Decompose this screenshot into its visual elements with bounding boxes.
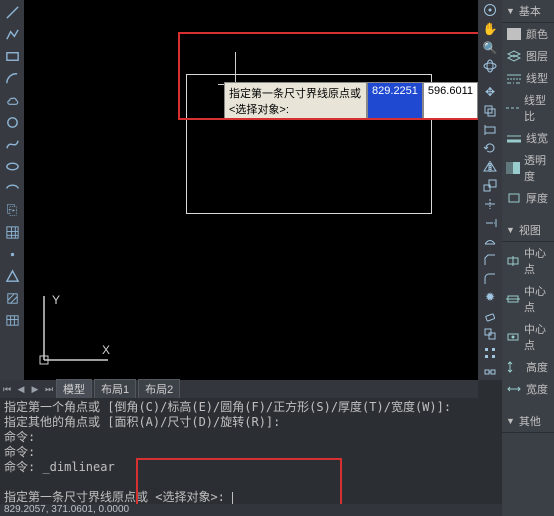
ucs-icon: Y X [34, 288, 116, 370]
cmd-line: 命令: [4, 430, 498, 445]
tab-layout1[interactable]: 布局1 [94, 379, 136, 399]
status-bar-coords: 829.2057, 371.0601, 0.0000 [0, 504, 502, 516]
cmd-line: 指定其他的角点或 [面积(A)/尺寸(D)/旋转(R)]: [4, 415, 498, 430]
region-tool[interactable] [2, 266, 22, 286]
stretch-icon[interactable] [480, 121, 500, 138]
section-view-title: 视图 [519, 222, 541, 238]
navwheel-icon[interactable] [480, 2, 500, 19]
prop-width[interactable]: 宽度 [502, 378, 554, 400]
tab-model[interactable]: 模型 [56, 379, 92, 399]
prop-ltscale[interactable]: 线型比 [502, 89, 554, 127]
extend-icon[interactable] [480, 214, 500, 231]
line-tool[interactable] [2, 2, 22, 22]
table-tool[interactable] [2, 310, 22, 330]
orbit-icon[interactable] [480, 58, 500, 75]
hatch-tool[interactable] [2, 222, 22, 242]
fillet-icon[interactable] [480, 270, 500, 287]
offset-icon[interactable] [480, 326, 500, 343]
arc-tool[interactable] [2, 68, 22, 88]
join-icon[interactable] [480, 363, 500, 380]
properties-panel: ▼ 基本 颜色 图层 线型 线型比 线宽 透明度 厚度 ▼ 视图 中心点 中心点 中… [502, 0, 554, 516]
tab-layout2[interactable]: 布局2 [138, 379, 180, 399]
collapse-icon[interactable]: ▼ [506, 416, 515, 426]
prop-lineweight[interactable]: 线宽 [502, 127, 554, 149]
prop-center-x[interactable]: 中心点 [502, 242, 554, 280]
ellipse-arc-tool[interactable] [2, 178, 22, 198]
tab-prev-icon[interactable]: ◀ [14, 382, 28, 396]
annotation-highlight-top [178, 32, 504, 120]
polyline-tool[interactable] [2, 24, 22, 44]
chamfer-icon[interactable] [480, 252, 500, 269]
prop-height[interactable]: 高度 [502, 356, 554, 378]
collapse-icon[interactable]: ▼ [506, 225, 515, 235]
section-other-title: 其他 [519, 413, 541, 429]
insert-block-tool[interactable]: ⎘ [2, 200, 22, 220]
revcloud-tool[interactable] [2, 90, 22, 110]
tab-first-icon[interactable]: ⏮ [0, 382, 14, 396]
array-icon[interactable] [480, 345, 500, 362]
cmd-line: 指定第一个角点或 [倒角(C)/标高(E)/圆角(F)/正方形(S)/厚度(T)… [4, 400, 498, 415]
prop-center-y[interactable]: 中心点 [502, 280, 554, 318]
spline-tool[interactable] [2, 134, 22, 154]
drawing-canvas[interactable]: 指定第一条尺寸界线原点或 <选择对象>: 829.2251 596.6011 Y… [24, 0, 478, 380]
section-basic-title: 基本 [519, 3, 541, 19]
ellipse-tool[interactable] [2, 156, 22, 176]
tab-last-icon[interactable]: ⏭ [42, 382, 56, 396]
edgesurf-icon[interactable] [480, 233, 500, 250]
prop-linetype[interactable]: 线型 [502, 67, 554, 89]
circle-tool[interactable] [2, 112, 22, 132]
rotate-icon[interactable] [480, 140, 500, 157]
mirror-icon[interactable] [480, 159, 500, 176]
scale-icon[interactable] [480, 177, 500, 194]
ucs-y-label: Y [52, 293, 60, 307]
erase-icon[interactable] [480, 308, 500, 325]
prop-thickness[interactable]: 厚度 [502, 187, 554, 209]
prop-color[interactable]: 颜色 [502, 23, 554, 45]
prop-center-z[interactable]: 中心点 [502, 318, 554, 356]
point-tool[interactable] [2, 244, 22, 264]
copy-icon[interactable] [480, 103, 500, 120]
ucs-x-label: X [102, 343, 110, 357]
tab-next-icon[interactable]: ▶ [28, 382, 42, 396]
prop-layer[interactable]: 图层 [502, 45, 554, 67]
rect-tool[interactable] [2, 46, 22, 66]
pan-icon[interactable]: ✋ [480, 21, 500, 38]
move-icon[interactable]: ✥ [480, 84, 500, 101]
trim-icon[interactable] [480, 196, 500, 213]
annotation-highlight-bottom [136, 458, 342, 508]
hatch-solid-tool[interactable] [2, 288, 22, 308]
prop-transparency[interactable]: 透明度 [502, 149, 554, 187]
zoom-icon[interactable]: 🔍 [480, 39, 500, 56]
collapse-icon[interactable]: ▼ [506, 6, 515, 16]
explode-icon[interactable]: ✹ [480, 289, 500, 306]
